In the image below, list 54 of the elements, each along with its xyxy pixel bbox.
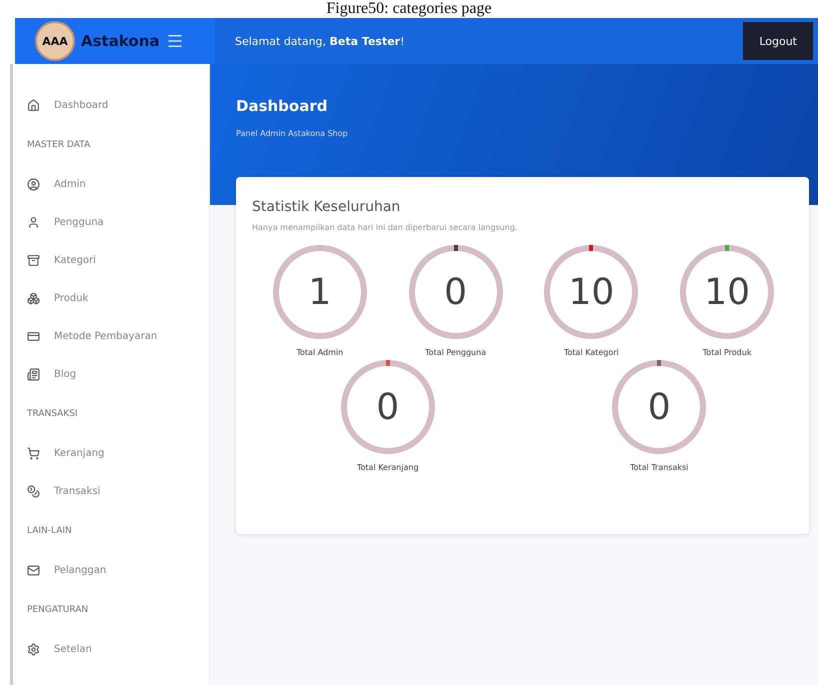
- welcome-text: Selamat datang, Beta Tester!: [235, 34, 406, 48]
- card-title: Statistik Keseluruhan: [252, 199, 400, 215]
- stat-label: Total Produk: [702, 348, 752, 357]
- sidebar-heading: LAIN-LAIN: [27, 524, 73, 538]
- sidebar-item[interactable]: Pengguna: [27, 203, 209, 241]
- person-icon: [27, 216, 40, 228]
- mail-icon: [27, 564, 40, 576]
- stat-label: Total Pengguna: [425, 348, 486, 357]
- sidebar-item[interactable]: Kategori: [27, 241, 209, 279]
- newspaper-icon: [27, 368, 40, 380]
- figure-caption: Figure50: categories page: [326, 0, 492, 18]
- stat-label: Total Keranjang: [356, 463, 419, 472]
- coins-icon: [27, 484, 40, 498]
- sidebar-item[interactable]: Pelanggan: [27, 551, 209, 589]
- stat-value: 10: [568, 272, 614, 312]
- ring-icon: [544, 245, 638, 339]
- home-icon: [27, 98, 40, 112]
- boxes-icon: [27, 292, 40, 304]
- logo: AAA: [35, 21, 75, 61]
- ring-icon: [408, 245, 503, 339]
- sidebar-item[interactable]: Produk: [27, 279, 209, 317]
- card-icon: [27, 330, 40, 342]
- sidebar-item[interactable]: Blog: [27, 355, 209, 393]
- archive-icon: [27, 254, 40, 266]
- person-circle-icon: [27, 178, 40, 190]
- brand-name: Astakona: [81, 32, 160, 50]
- sidebar-item[interactable]: Transaksi: [27, 472, 209, 510]
- ring-icon: [340, 360, 435, 454]
- sidebar-item[interactable]: Dashboard: [27, 86, 209, 124]
- stat-label: Total Admin: [296, 348, 344, 357]
- stat-value: 1: [308, 272, 332, 312]
- card-note: Hanya menampilkan data hari ini dan diperbarui secara langsung.: [252, 223, 518, 232]
- ring-icon: [272, 245, 367, 339]
- sidebar-item[interactable]: Metode Pembayaran: [27, 317, 209, 355]
- sidebar-item[interactable]: Admin: [27, 165, 209, 203]
- stat-value: 0: [648, 386, 671, 428]
- ring-icon: [612, 360, 706, 454]
- ring-icon: [680, 245, 774, 339]
- sidebar-item[interactable]: Keranjang: [27, 434, 209, 472]
- stat-value: 0: [444, 272, 468, 312]
- menu-icon[interactable]: [166, 32, 184, 50]
- sidebar-item[interactable]: Setelan: [27, 630, 209, 668]
- stat-label: Total Kategori: [564, 348, 619, 357]
- stat-value: 10: [704, 272, 750, 312]
- page-subtitle: Panel Admin Astakona Shop: [236, 129, 348, 138]
- stat-value: 0: [376, 386, 400, 428]
- logout-button[interactable]: Logout: [743, 22, 813, 60]
- cart-icon: [27, 446, 40, 460]
- sidebar-heading: MASTER DATA: [27, 138, 92, 152]
- stat-label: Total Transaksi: [630, 463, 688, 472]
- gear-icon: [27, 642, 40, 656]
- page-title: Dashboard: [236, 97, 328, 115]
- sidebar-heading: PENGATURAN: [27, 604, 90, 616]
- sidebar-heading: TRANSAKSI: [27, 408, 79, 420]
